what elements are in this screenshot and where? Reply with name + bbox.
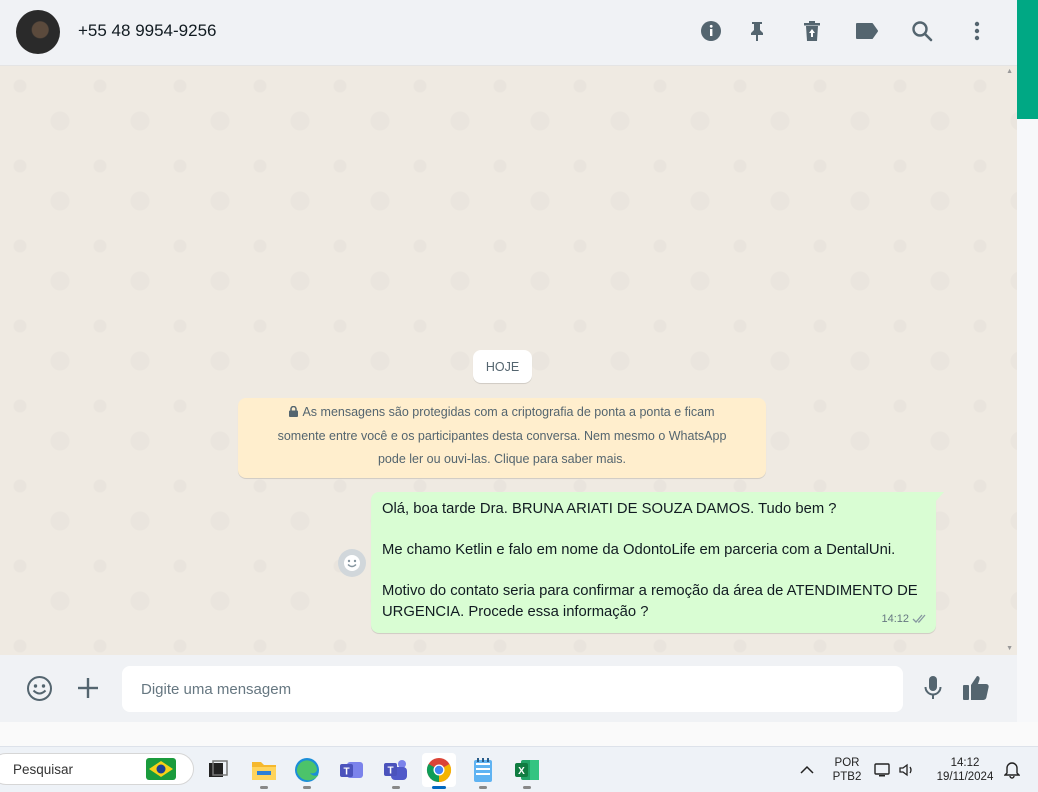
teams-icon[interactable]: T	[335, 753, 369, 787]
search-icon[interactable]	[909, 18, 935, 44]
brazil-flag-icon	[146, 758, 176, 780]
running-indicator	[479, 786, 487, 789]
keyboard-layout: PTB2	[832, 771, 862, 783]
running-indicator	[392, 786, 400, 789]
language-indicator[interactable]: POR PTB2	[828, 756, 866, 784]
lock-icon	[289, 406, 299, 417]
teams-new-icon[interactable]: T	[379, 753, 413, 789]
side-scroll-strip	[1017, 0, 1038, 722]
attach-plus-icon[interactable]	[74, 674, 102, 702]
label-icon[interactable]	[854, 18, 880, 44]
contact-avatar[interactable]	[16, 10, 60, 54]
excel-icon[interactable]: X	[510, 753, 544, 789]
bubble-tail	[936, 492, 944, 501]
message-meta: 14:12	[881, 609, 928, 630]
edge-icon[interactable]	[290, 753, 324, 789]
message-input[interactable]	[122, 666, 903, 712]
info-icon[interactable]	[698, 18, 724, 44]
task-view-icon[interactable]	[201, 753, 235, 787]
encryption-notice-line: somente entre você e os participantes de…	[277, 428, 727, 443]
encryption-notice-line: As mensagens são protegidas com a cripto…	[238, 401, 766, 425]
whatsapp-window: +55 48 9954-9256 ▲ HOJE As mensagens são…	[0, 0, 1017, 722]
encryption-notice[interactable]: As mensagens são protegidas com a cripto…	[238, 398, 766, 478]
notification-bell-icon[interactable]	[1000, 753, 1024, 787]
chat-header: +55 48 9954-9256	[0, 0, 1017, 66]
outgoing-message[interactable]: Olá, boa tarde Dra. BRUNA ARIATI DE SOUZ…	[371, 492, 944, 633]
contact-name[interactable]: +55 48 9954-9256	[78, 21, 217, 41]
window-bottom-edge	[0, 722, 1038, 746]
volume-icon[interactable]	[896, 753, 918, 787]
clock-date: 19/11/2024	[936, 771, 994, 783]
language-code: POR	[834, 757, 860, 769]
menu-icon[interactable]	[964, 18, 990, 44]
pin-icon[interactable]	[744, 18, 770, 44]
chrome-icon[interactable]	[422, 753, 456, 789]
message-text-line: Me chamo Ketlin e falo em nome da Odonto…	[382, 542, 896, 558]
scroll-down-arrow[interactable]: ▼	[1006, 645, 1013, 652]
running-indicator	[303, 786, 311, 789]
running-indicator	[523, 786, 531, 789]
message-pane[interactable]: ▲ HOJE As mensagens são protegidas com a…	[0, 66, 1017, 654]
message-text-line: Olá, boa tarde Dra. BRUNA ARIATI DE SOUZ…	[382, 501, 837, 517]
notepad-icon[interactable]	[466, 753, 500, 789]
svg-text:T: T	[387, 766, 393, 777]
microphone-icon[interactable]	[919, 674, 947, 702]
chevron-up-icon[interactable]	[792, 753, 822, 787]
message-time: 14:12	[881, 612, 909, 625]
emoji-reaction-button[interactable]	[338, 549, 366, 577]
delete-icon[interactable]	[799, 18, 825, 44]
windows-taskbar: Pesquisar T T X POR PTB2 14:12 19/11/202…	[0, 746, 1038, 792]
message-text-line: Motivo do contato seria para confirmar a…	[382, 583, 918, 620]
running-indicator	[432, 786, 446, 789]
smiley-icon	[344, 555, 360, 571]
emoji-icon[interactable]	[25, 674, 53, 702]
taskbar-search-label: Pesquisar	[13, 762, 74, 777]
date-divider: HOJE	[473, 350, 532, 383]
running-indicator	[260, 786, 268, 789]
taskbar-search[interactable]: Pesquisar	[0, 753, 194, 785]
network-icon[interactable]	[872, 753, 894, 787]
clock[interactable]: 14:12 19/11/2024	[928, 756, 1002, 784]
encryption-notice-line: pode ler ou ouvi-las. Clique para saber …	[377, 452, 627, 466]
file-explorer-icon[interactable]	[247, 753, 281, 789]
scroll-up-arrow[interactable]: ▲	[1006, 68, 1013, 75]
accent-bar	[1017, 0, 1038, 119]
svg-text:T: T	[343, 767, 349, 778]
compose-bar	[0, 655, 1017, 722]
thumbs-up-icon[interactable]	[962, 674, 990, 702]
svg-text:X: X	[518, 766, 525, 777]
double-check-icon	[912, 614, 926, 624]
clock-time: 14:12	[950, 757, 980, 769]
